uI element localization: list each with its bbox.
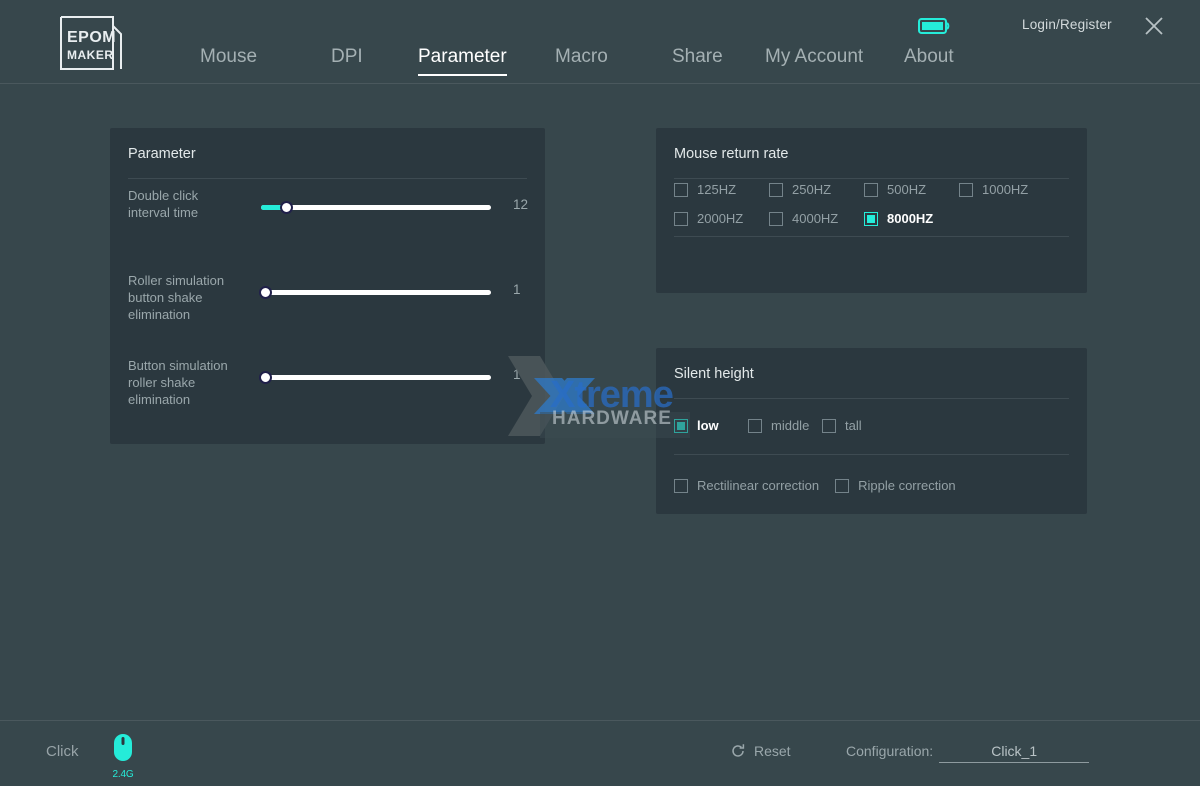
close-icon[interactable] xyxy=(1140,12,1168,40)
checkbox-box[interactable] xyxy=(769,183,783,197)
checkbox-box[interactable] xyxy=(769,212,783,226)
checkbox-2000hz[interactable]: 2000HZ xyxy=(674,211,769,226)
nav-item-mouse[interactable]: Mouse xyxy=(200,46,257,74)
slider-fill xyxy=(261,205,282,210)
silent-height-options: low middle tall xyxy=(674,418,896,433)
nav-item-macro[interactable]: Macro xyxy=(555,46,608,74)
battery-icon xyxy=(918,17,952,35)
checkbox-label: 1000HZ xyxy=(982,182,1028,197)
parameter-panel-title: Parameter xyxy=(110,128,545,162)
divider xyxy=(674,398,1069,399)
divider xyxy=(674,178,1069,179)
checkbox-label: tall xyxy=(845,418,862,433)
parameter-panel: Parameter Double click interval time 12 Ro… xyxy=(110,128,545,444)
divider xyxy=(674,454,1069,455)
checkbox-rectilinear-correction[interactable]: Rectilinear correction xyxy=(674,478,819,493)
checkbox-125hz[interactable]: 125HZ xyxy=(674,182,769,197)
checkbox-box[interactable] xyxy=(959,183,973,197)
checkbox-8000hz[interactable]: 8000HZ xyxy=(864,211,959,226)
checkbox-box[interactable] xyxy=(674,212,688,226)
silent-height-panel-title: Silent height xyxy=(656,348,1087,382)
nav-item-share[interactable]: Share xyxy=(672,46,723,74)
slider-track[interactable] xyxy=(261,290,491,295)
click-label: Click xyxy=(46,743,79,760)
reset-label: Reset xyxy=(754,743,791,759)
app-window: EPOM MAKER Login/Register MouseDPIParame… xyxy=(0,0,1200,786)
slider-label: Double click interval time xyxy=(128,187,238,221)
divider xyxy=(674,236,1069,237)
divider xyxy=(128,178,527,179)
checkbox-box[interactable] xyxy=(835,479,849,493)
return-rate-panel-title: Mouse return rate xyxy=(656,128,1087,162)
checkbox-ripple-correction[interactable]: Ripple correction xyxy=(835,478,956,493)
nav-item-parameter[interactable]: Parameter xyxy=(418,46,507,76)
configuration-control: Configuration: Click_1 xyxy=(846,743,1089,763)
checkbox-500hz[interactable]: 500HZ xyxy=(864,182,959,197)
app-header: EPOM MAKER Login/Register MouseDPIParame… xyxy=(0,0,1200,84)
device-selector[interactable]: 2.4G xyxy=(108,733,138,780)
main-nav: Mouse DPI Parameter Macro Share My Account Abo… xyxy=(0,46,1200,84)
checkbox-label: Rectilinear correction xyxy=(697,478,819,493)
configuration-input[interactable]: Click_1 xyxy=(939,743,1089,763)
checkbox-label: Ripple correction xyxy=(858,478,956,493)
mouse-icon xyxy=(112,733,134,763)
nav-item-my-account[interactable]: My Account xyxy=(765,46,863,74)
checkbox-label: 125HZ xyxy=(697,182,736,197)
checkbox-box[interactable] xyxy=(864,212,878,226)
silent-height-panel: Silent height low middle tall Rectilinear … xyxy=(656,348,1087,514)
checkbox-tall[interactable]: tall xyxy=(822,418,896,433)
slider-value: 1 xyxy=(513,282,543,297)
checkbox-1000hz[interactable]: 1000HZ xyxy=(959,182,1054,197)
refresh-icon xyxy=(730,743,746,759)
reset-button[interactable]: Reset xyxy=(730,743,791,759)
checkbox-label: low xyxy=(697,418,719,433)
slider-label: Roller simulation button shake eliminati… xyxy=(128,272,238,323)
slider-knob[interactable] xyxy=(259,371,272,384)
device-name: 2.4G xyxy=(108,769,138,780)
checkbox-250hz[interactable]: 250HZ xyxy=(769,182,864,197)
checkbox-low[interactable]: low xyxy=(674,418,748,433)
return-rate-options-row-2: 2000HZ 4000HZ 8000HZ xyxy=(674,211,959,226)
slider-knob[interactable] xyxy=(280,201,293,214)
checkbox-label: 500HZ xyxy=(887,182,926,197)
checkbox-box[interactable] xyxy=(674,419,688,433)
checkbox-box[interactable] xyxy=(822,419,836,433)
watermark-secondary: HARDWARE xyxy=(552,408,672,430)
watermark-primary: Xtreme xyxy=(550,374,673,417)
app-footer: Click 2.4G Reset Configuration: Click_1 xyxy=(0,720,1200,786)
checkbox-box[interactable] xyxy=(674,183,688,197)
checkbox-label: 250HZ xyxy=(792,182,831,197)
slider-label: Button simulation roller shake eliminati… xyxy=(128,357,238,408)
mouse-return-rate-panel: Mouse return rate 125HZ250HZ500HZ1000HZ … xyxy=(656,128,1087,293)
slider-value: 12 xyxy=(513,197,543,212)
checkbox-label: 8000HZ xyxy=(887,211,933,226)
nav-item-about[interactable]: About xyxy=(904,46,954,74)
checkbox-label: 2000HZ xyxy=(697,211,743,226)
slider-track[interactable] xyxy=(261,375,491,380)
logo-text-top: EPOM xyxy=(67,29,116,46)
slider-value: 1 xyxy=(513,367,543,382)
return-rate-options-row-1: 125HZ 250HZ 500HZ 1000HZ xyxy=(674,182,1054,197)
checkbox-label: middle xyxy=(771,418,809,433)
checkbox-box[interactable] xyxy=(748,419,762,433)
nav-item-dpi[interactable]: DPI xyxy=(331,46,363,74)
configuration-label: Configuration: xyxy=(846,743,933,759)
slider-track[interactable] xyxy=(261,205,491,210)
login-register-link[interactable]: Login/Register xyxy=(1022,17,1112,32)
checkbox-box[interactable] xyxy=(674,479,688,493)
checkbox-box[interactable] xyxy=(864,183,878,197)
checkbox-middle[interactable]: middle xyxy=(748,418,822,433)
checkbox-4000hz[interactable]: 4000HZ xyxy=(769,211,864,226)
checkbox-label: 4000HZ xyxy=(792,211,838,226)
slider-knob[interactable] xyxy=(259,286,272,299)
correction-options: Rectilinear correction Ripple correction xyxy=(674,478,972,493)
